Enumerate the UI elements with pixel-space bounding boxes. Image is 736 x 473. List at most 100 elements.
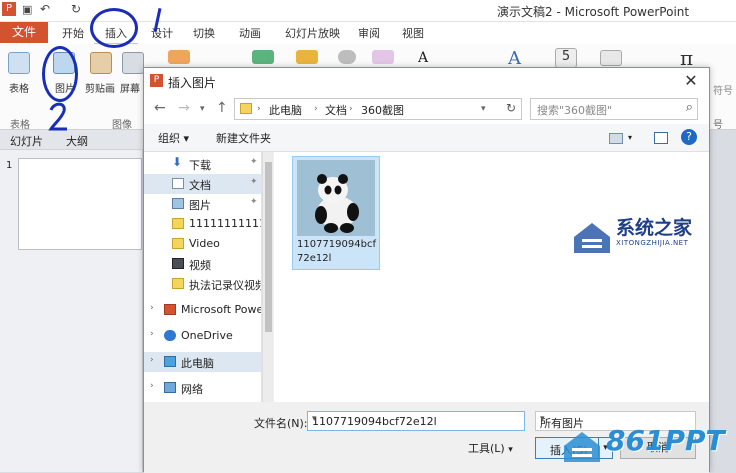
address-bar[interactable]: › 此电脑 › 文档 › 360截图 ▾ bbox=[234, 98, 522, 120]
dialog-toolbar: 组织 ▾ 新建文件夹 ▾ ? bbox=[144, 124, 709, 152]
chevron-right-icon: › bbox=[349, 104, 353, 114]
slide-thumbnail[interactable] bbox=[18, 158, 142, 250]
annotation-circle-insert-tab bbox=[90, 8, 138, 48]
tab-slideshow[interactable]: 幻灯片放映 bbox=[285, 24, 340, 44]
nav-item-this-pc[interactable]: › 此电脑 bbox=[144, 352, 261, 372]
filename-input[interactable]: 1107719094bcf72e12l ▾ bbox=[307, 411, 525, 431]
tab-home[interactable]: 开始 bbox=[62, 24, 84, 44]
search-box[interactable]: 搜索"360截图" ⌕ bbox=[530, 98, 698, 120]
tab-view[interactable]: 视图 bbox=[402, 24, 424, 44]
pin-icon[interactable]: ✦ bbox=[250, 197, 258, 207]
symbol-button[interactable]: 符号 bbox=[713, 82, 733, 97]
clipart-icon[interactable] bbox=[90, 52, 112, 74]
file-name-label: 1107719094bcf72e12l bbox=[297, 239, 376, 264]
folder-icon bbox=[172, 278, 184, 289]
file-item[interactable]: 1107719094bcf72e12l bbox=[292, 156, 380, 270]
table-button[interactable]: 表格 bbox=[9, 80, 29, 95]
breadcrumb-documents[interactable]: 文档 bbox=[325, 102, 347, 118]
chevron-right-icon[interactable]: › bbox=[150, 303, 154, 313]
tab-slides[interactable]: 幻灯片 bbox=[10, 133, 43, 149]
dialog-title: 插入图片 bbox=[168, 76, 217, 90]
organize-button[interactable]: 组织 ▾ bbox=[158, 130, 189, 146]
nav-item-documents[interactable]: 文档 ✦ bbox=[144, 174, 261, 194]
folder-icon bbox=[172, 238, 184, 249]
nav-item-microsoft-powerpoint[interactable]: › Microsoft Power bbox=[144, 300, 261, 320]
chevron-right-icon[interactable]: › bbox=[150, 329, 154, 339]
powerpoint-small-icon: P bbox=[150, 74, 163, 87]
view-dropdown-icon[interactable]: ▾ bbox=[628, 133, 632, 142]
save-icon[interactable]: ▣ bbox=[22, 3, 32, 16]
nav-item-videos[interactable]: 视频 bbox=[144, 254, 261, 274]
nav-item-downloads[interactable]: ⬇ 下载 ✦ bbox=[144, 154, 261, 174]
nav-item-video[interactable]: Video bbox=[144, 234, 261, 254]
forward-arrow-icon[interactable]: → bbox=[178, 100, 190, 116]
redo-icon[interactable]: ↻ bbox=[71, 2, 81, 16]
watermark-861ppt-text: 861PPT bbox=[606, 424, 725, 457]
annotation-mark-2 bbox=[48, 102, 67, 131]
chevron-down-icon: ▾ bbox=[508, 445, 513, 455]
smartart-icon[interactable] bbox=[338, 50, 356, 64]
tab-animations[interactable]: 动画 bbox=[239, 24, 261, 44]
chevron-down-icon[interactable]: ▾ bbox=[312, 414, 520, 424]
nav-item-pictures[interactable]: 图片 ✦ bbox=[144, 194, 261, 214]
tab-transitions[interactable]: 切换 bbox=[193, 24, 215, 44]
cloud-icon bbox=[164, 330, 176, 341]
breadcrumb-360[interactable]: 360截图 bbox=[361, 102, 404, 118]
refresh-icon[interactable]: ↻ bbox=[501, 98, 521, 118]
house-logo-icon bbox=[574, 223, 610, 253]
formula-icon[interactable]: π bbox=[680, 46, 702, 70]
breadcrumb-this-pc[interactable]: 此电脑 bbox=[269, 102, 302, 118]
scrollbar-thumb[interactable] bbox=[265, 162, 272, 332]
navigation-bar: ← → ▾ ↑ › 此电脑 › 文档 › 360截图 ▾ ↻ 搜索"360截图"… bbox=[144, 94, 709, 124]
screenshot-button[interactable]: 屏幕 bbox=[120, 80, 140, 95]
textbox-icon[interactable]: A bbox=[418, 50, 440, 66]
tab-file[interactable]: 文件 bbox=[0, 22, 48, 43]
house-logo-icon bbox=[564, 432, 600, 462]
tools-button[interactable]: 工具(L) ▾ bbox=[468, 440, 513, 456]
nav-item-folder-1111[interactable]: 1111111111111 bbox=[144, 214, 261, 234]
chevron-right-icon: › bbox=[314, 104, 318, 114]
chevron-right-icon[interactable]: › bbox=[150, 381, 154, 391]
chevron-right-icon[interactable]: › bbox=[150, 355, 154, 365]
wordart-icon[interactable]: A bbox=[508, 48, 530, 69]
help-icon[interactable]: ? bbox=[681, 129, 697, 145]
tab-review[interactable]: 审阅 bbox=[358, 24, 380, 44]
photo-album-icon[interactable] bbox=[168, 50, 190, 64]
view-options-icon[interactable] bbox=[609, 133, 623, 144]
file-list: 1107719094bcf72e12l bbox=[274, 152, 709, 402]
up-arrow-icon[interactable]: ↑ bbox=[216, 100, 228, 116]
pictures-icon bbox=[172, 198, 184, 209]
back-arrow-icon[interactable]: ← bbox=[154, 100, 166, 116]
nav-item-recorder-videos[interactable]: 执法记录仪视频 bbox=[144, 274, 261, 294]
pin-icon[interactable]: ✦ bbox=[250, 177, 258, 187]
preview-pane-icon[interactable] bbox=[654, 132, 668, 144]
dialog-title-bar: P 插入图片 ✕ bbox=[144, 68, 709, 94]
pin-icon[interactable]: ✦ bbox=[250, 157, 258, 167]
group-label-table: 表格 bbox=[10, 120, 30, 131]
search-icon[interactable]: ⌕ bbox=[686, 100, 693, 115]
address-dropdown-icon[interactable]: ▾ bbox=[481, 104, 486, 114]
watermark-xitongzhijia: 系统之家 XITONGZHIJIA.NET bbox=[570, 213, 730, 263]
table-icon[interactable] bbox=[8, 52, 30, 74]
shapes-icon[interactable] bbox=[252, 50, 274, 64]
tab-outline[interactable]: 大纲 bbox=[66, 133, 88, 149]
nav-scrollbar[interactable] bbox=[262, 152, 273, 402]
new-folder-button[interactable]: 新建文件夹 bbox=[216, 130, 271, 146]
search-input[interactable]: 搜索"360截图" bbox=[537, 102, 612, 118]
undo-icon[interactable]: ↶ bbox=[40, 2, 50, 16]
insert-picture-dialog: P 插入图片 ✕ ← → ▾ ↑ › 此电脑 › 文档 › 360截图 ▾ ↻ … bbox=[143, 67, 710, 473]
nav-item-network[interactable]: › 网络 bbox=[144, 378, 261, 398]
chevron-right-icon: › bbox=[257, 104, 261, 114]
recent-dropdown-icon[interactable]: ▾ bbox=[200, 104, 205, 114]
clipart-button[interactable]: 剪贴画 bbox=[85, 80, 115, 95]
object-icon[interactable] bbox=[600, 50, 622, 66]
slide-number-icon[interactable]: 5 bbox=[555, 48, 577, 68]
nav-item-onedrive[interactable]: › OneDrive bbox=[144, 326, 261, 346]
hyperlink-icon[interactable] bbox=[372, 50, 394, 64]
close-button[interactable]: ✕ bbox=[681, 71, 701, 91]
window-title: 演示文稿2 - Microsoft PowerPoint bbox=[497, 5, 690, 19]
chart-icon[interactable] bbox=[296, 50, 318, 64]
watermark-cn-text: 系统之家 bbox=[616, 217, 693, 239]
screenshot-icon[interactable] bbox=[122, 52, 144, 74]
video-icon bbox=[172, 258, 184, 269]
